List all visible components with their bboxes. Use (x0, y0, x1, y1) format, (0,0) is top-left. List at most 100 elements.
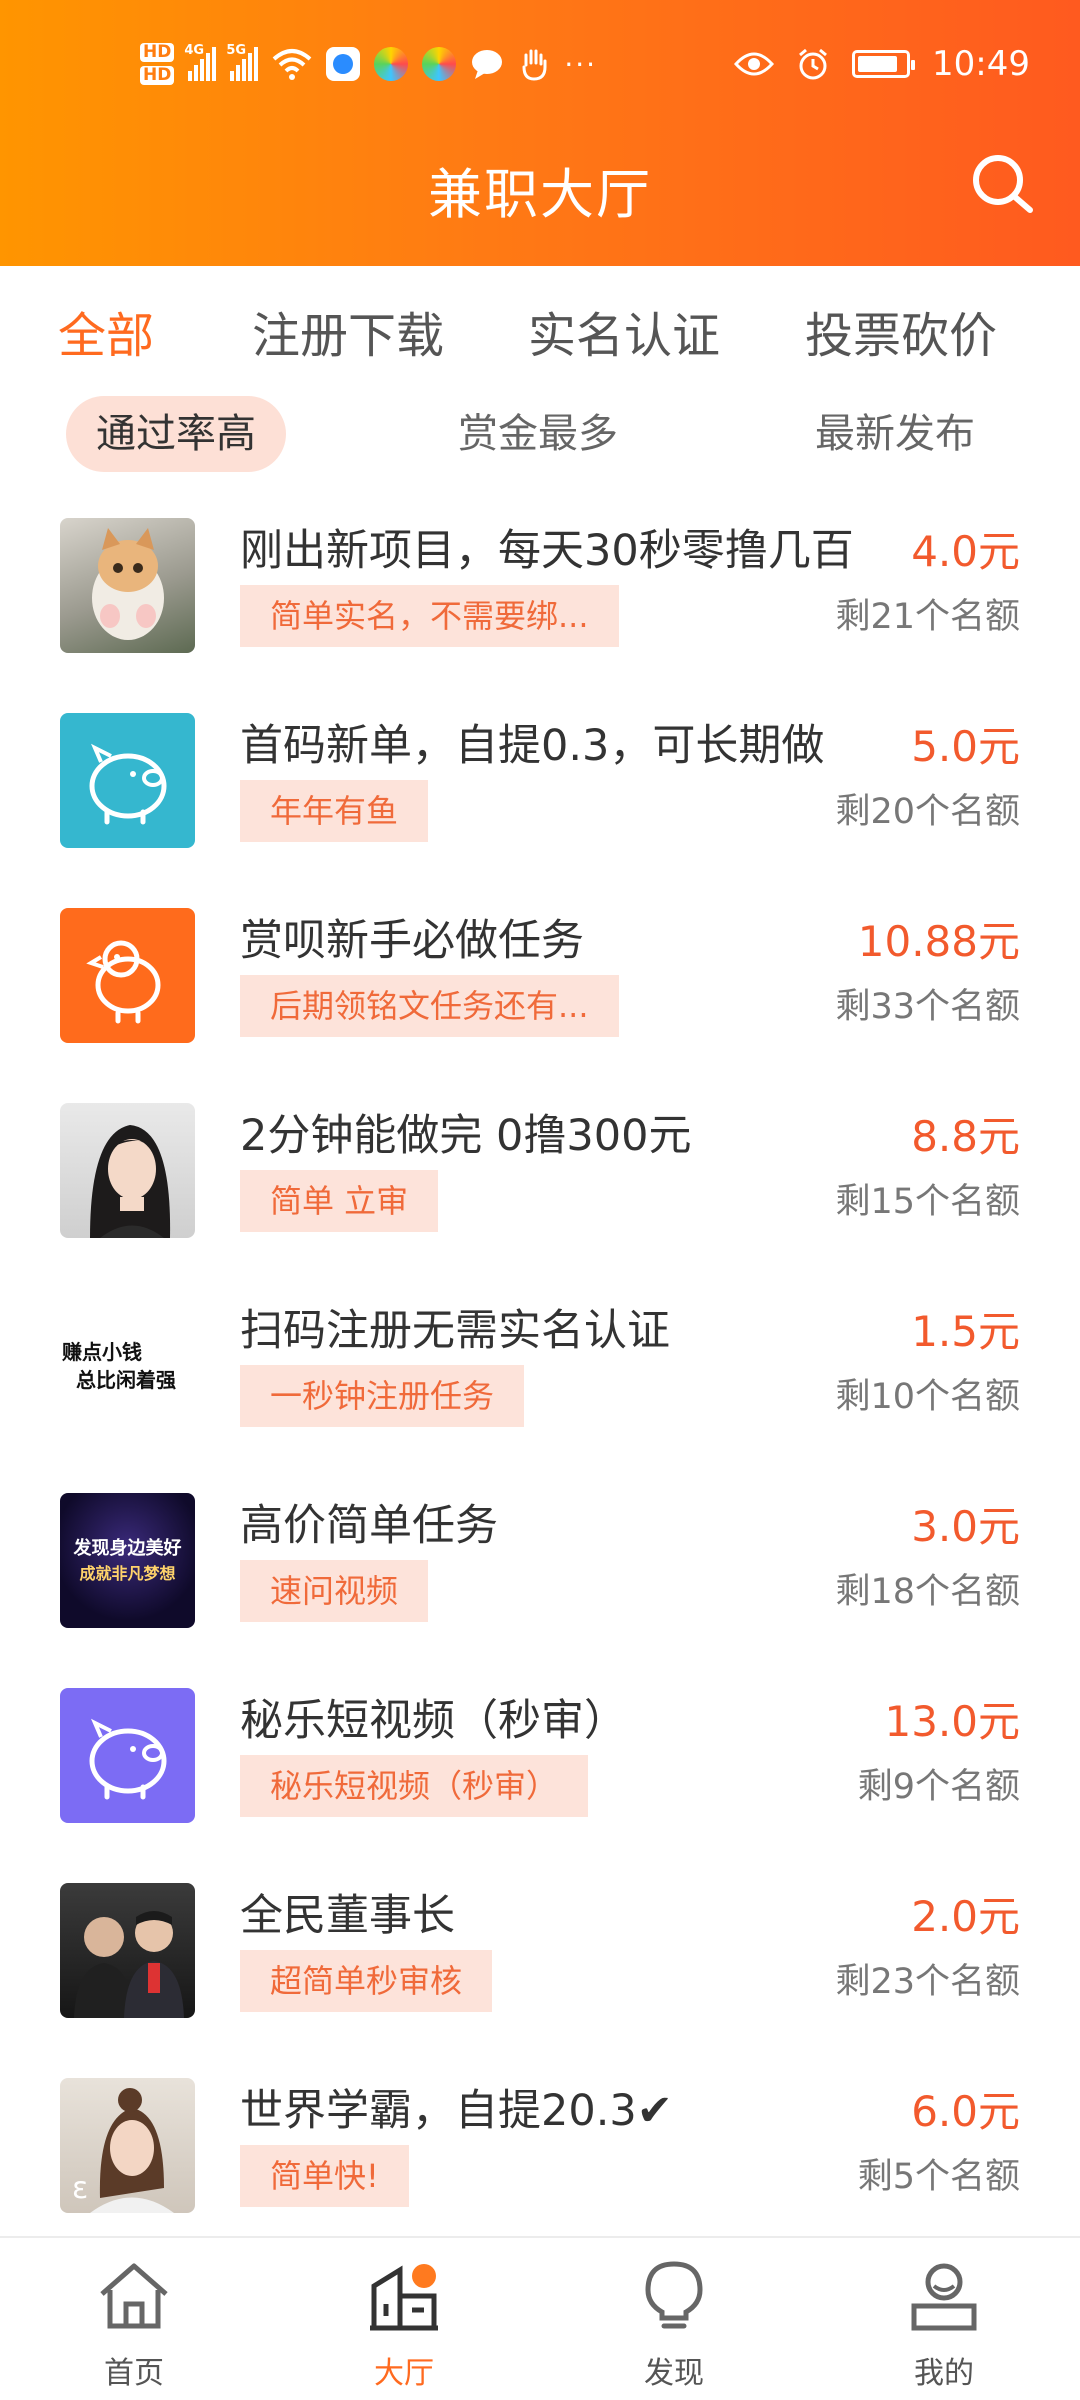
search-icon[interactable] (968, 150, 1038, 220)
profile-icon (911, 2263, 977, 2331)
task-title: 扫码注册无需实名认证 (240, 1306, 670, 1356)
task-tag: 超简单秒审核 (240, 1950, 493, 2012)
sort-filters: 通过率高 赏金最多 最新发布 (0, 396, 1080, 472)
task-remaining: 剩15个名额 (835, 1182, 1020, 1222)
task-remaining: 剩33个名额 (835, 987, 1020, 1027)
task-remaining: 剩20个名额 (835, 792, 1020, 832)
task-remaining: 剩9个名额 (857, 1767, 1020, 1807)
task-price: 5.0元 (911, 722, 1020, 771)
svg-text:ε: ε (72, 2171, 88, 2206)
task-price: 3.0元 (911, 1502, 1020, 1551)
task-item[interactable]: 刚出新项目，每天30秒零撸几百 简单实名，不需要绑... 4.0元 剩21个名额 (0, 490, 1080, 685)
hall-icon (370, 2264, 438, 2331)
status-right: 10:49 (734, 36, 1030, 92)
task-tag: 一秒钟注册任务 (240, 1365, 525, 1427)
nav-discover-label: 发现 (644, 2356, 704, 2391)
hand-icon (522, 49, 547, 81)
nav-discover[interactable]: 发现 (574, 2256, 774, 2392)
filter-newest[interactable]: 最新发布 (815, 396, 975, 472)
girl-portrait-thumb (60, 1103, 195, 1238)
task-tag: 后期领铭文任务还有... (240, 975, 619, 1037)
task-price: 8.8元 (911, 1112, 1020, 1161)
category-tabs: 全部 注册下载 实名认证 投票砍价 (0, 296, 1080, 372)
app-notification-icon (422, 47, 457, 81)
battery-icon (852, 50, 916, 78)
bottom-nav: 首页 大厅 发现 我的 (0, 2236, 1080, 2400)
status-left: HD HD 4G 5G ··· (140, 36, 597, 92)
task-price: 13.0元 (884, 1697, 1020, 1746)
header-bar: HD HD 4G 5G ··· 10:49 兼职大厅 (0, 0, 1080, 266)
nav-home[interactable]: 首页 (34, 2256, 234, 2392)
wifi-icon (273, 49, 312, 80)
poster-thumb: 发现身边美好 成就非凡梦想 (60, 1493, 195, 1628)
chick-icon (60, 908, 195, 1043)
task-remaining: 剩10个名额 (835, 1377, 1020, 1417)
task-item[interactable]: 赚点小钱 总比闲着强 扫码注册无需实名认证 一秒钟注册任务 1.5元 剩10个名… (0, 1270, 1080, 1465)
task-item[interactable]: 2分钟能做完 0撸300元 简单 立审 8.8元 剩15个名额 (0, 1075, 1080, 1270)
task-price: 10.88元 (857, 917, 1020, 966)
task-title: 高价简单任务 (240, 1501, 498, 1551)
pig-icon (60, 713, 195, 848)
task-tag: 速问视频 (240, 1560, 429, 1622)
thumb-text-line-2: 成就非凡梦想 (79, 1563, 176, 1583)
task-price: 1.5元 (911, 1307, 1020, 1356)
filter-pass-rate[interactable]: 通过率高 (66, 396, 286, 472)
task-remaining: 剩23个名额 (835, 1962, 1020, 2002)
battery-level (858, 56, 898, 72)
more-notifications-icon: ··· (564, 47, 598, 81)
network-type-1: 4G (184, 43, 205, 58)
network-type-2: 5G (226, 43, 247, 58)
hd-badge-1: HD (140, 43, 175, 62)
thumb-text-line-1: 发现身边美好 (73, 1537, 182, 1559)
filter-highest-reward[interactable]: 赏金最多 (458, 396, 618, 472)
hd-badge-2: HD (140, 66, 175, 85)
signal-icon-1: 4G (184, 43, 217, 81)
task-price: 4.0元 (911, 527, 1020, 576)
page-title: 兼职大厅 (428, 163, 652, 226)
text-logo-thumb: 赚点小钱 总比闲着强 (60, 1298, 195, 1433)
app-notification-icon (326, 47, 361, 81)
task-tag: 简单 立审 (240, 1170, 439, 1232)
nav-hall-label: 大厅 (374, 2356, 434, 2391)
bulb-icon (645, 2261, 703, 2329)
task-title: 世界学霸，自提20.3✔ (240, 2086, 673, 2136)
tab-all[interactable]: 全部 (58, 296, 154, 366)
task-title: 刚出新项目，每天30秒零撸几百 (240, 526, 854, 576)
nav-home-label: 首页 (104, 2356, 164, 2391)
thumb-text-line-1: 赚点小钱 (62, 1339, 142, 1364)
tab-register-download[interactable]: 注册下载 (252, 296, 444, 366)
people-photo-thumb (60, 1883, 195, 2018)
nav-mine-label: 我的 (914, 2356, 974, 2391)
chat-bubble-icon (472, 50, 503, 79)
task-price: 2.0元 (911, 1892, 1020, 1941)
task-tag: 简单实名，不需要绑... (240, 585, 619, 647)
task-item[interactable]: 赏呗新手必做任务 后期领铭文任务还有... 10.88元 剩33个名额 (0, 880, 1080, 1075)
tab-real-name[interactable]: 实名认证 (528, 296, 720, 366)
clock-time: 10:49 (932, 44, 1030, 84)
task-price: 6.0元 (911, 2087, 1020, 2136)
nav-mine[interactable]: 我的 (844, 2256, 1044, 2392)
task-remaining: 剩5个名额 (857, 2157, 1020, 2197)
task-title: 首码新单，自提0.3，可长期做 (240, 721, 825, 771)
task-item[interactable]: ε 世界学霸，自提20.3✔ 简单快! 6.0元 剩5个名额 (0, 2050, 1080, 2245)
alarm-icon (799, 48, 827, 80)
signal-icon-2: 5G (226, 43, 259, 81)
status-bar: HD HD 4G 5G ··· 10:49 (0, 0, 1080, 130)
task-remaining: 剩18个名额 (835, 1572, 1020, 1612)
task-item[interactable]: 全民董事长 超简单秒审核 2.0元 剩23个名额 (0, 1855, 1080, 2050)
task-title: 2分钟能做完 0撸300元 (240, 1111, 692, 1161)
task-tag: 秘乐短视频（秒审） (240, 1755, 589, 1817)
tab-vote-bargain[interactable]: 投票砍价 (805, 296, 997, 366)
task-item[interactable]: 秘乐短视频（秒审） 秘乐短视频（秒审） 13.0元 剩9个名额 (0, 1660, 1080, 1855)
task-title: 秘乐短视频（秒审） (240, 1696, 627, 1746)
nav-hall[interactable]: 大厅 (304, 2256, 504, 2392)
task-title: 全民董事长 (240, 1891, 455, 1941)
task-item[interactable]: 首码新单，自提0.3，可长期做 年年有鱼 5.0元 剩20个名额 (0, 685, 1080, 880)
task-item[interactable]: 发现身边美好 成就非凡梦想 高价简单任务 速问视频 3.0元 剩18个名额 (0, 1465, 1080, 1660)
home-icon (100, 2263, 168, 2329)
task-tag: 简单快! (240, 2145, 409, 2207)
task-tag: 年年有鱼 (240, 780, 429, 842)
task-title: 赏呗新手必做任务 (240, 916, 584, 966)
hd-badges: HD HD (140, 41, 175, 87)
eye-icon (734, 52, 775, 76)
